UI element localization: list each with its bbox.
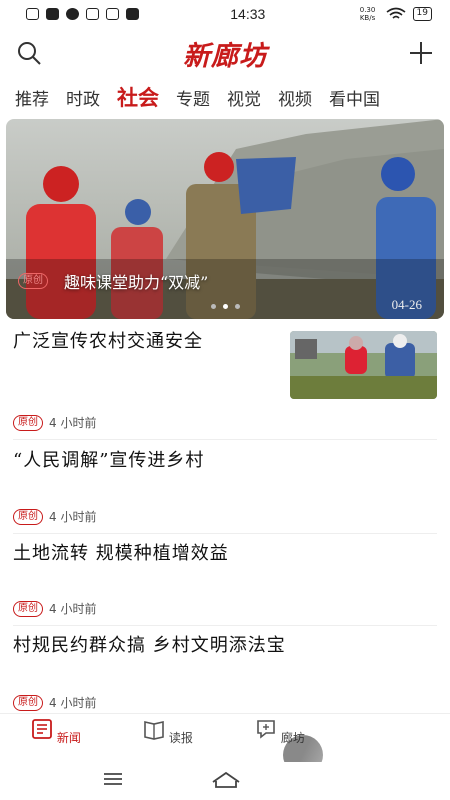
image-icon — [106, 8, 119, 20]
book-icon — [144, 721, 164, 740]
article-title[interactable]: 广泛宣传农村交通安全 — [13, 327, 203, 353]
notification-icon — [26, 8, 39, 20]
divider — [13, 533, 437, 534]
photo-icon — [86, 8, 99, 20]
app-logo: 新廊坊 — [183, 41, 267, 72]
mail-icon — [46, 8, 59, 20]
tab-recommend[interactable]: 推荐 — [15, 85, 49, 110]
status-bar: 14:33 0.30 KB/s 19 — [0, 0, 450, 28]
app-notification-icon — [66, 8, 79, 20]
status-icons-right: 0.30 KB/s 19 — [357, 6, 432, 22]
hero-date: 04-26 — [391, 297, 422, 312]
status-time: 14:33 — [230, 6, 266, 22]
article-time: 4 小时前 — [49, 696, 97, 710]
original-tag: 原创 — [13, 508, 43, 525]
langfang-icon — [257, 720, 275, 739]
net-speed: 0.30 KB/s — [359, 6, 376, 22]
tab-see-china[interactable]: 看中国 — [329, 85, 380, 110]
hero-caption: 趣味课堂助力“双减” — [64, 273, 209, 292]
article-thumbnail[interactable] — [290, 331, 437, 399]
article-meta: 原创 4 小时前 — [13, 508, 96, 525]
divider — [13, 439, 437, 440]
article-time: 4 小时前 — [49, 602, 97, 616]
carousel-dots — [211, 304, 240, 309]
original-tag: 原创 — [13, 694, 43, 711]
add-icon[interactable] — [408, 40, 434, 66]
article-time: 4 小时前 — [49, 510, 97, 524]
tab-topics[interactable]: 专题 — [176, 85, 210, 110]
article-title[interactable]: 村规民约群众搞 乡村文明添法宝 — [13, 631, 286, 657]
nav-read-paper-label: 读报 — [168, 731, 193, 745]
article-title[interactable]: 土地流转 规模种植增效益 — [13, 539, 229, 565]
battery-indicator: 19 — [412, 7, 432, 21]
tab-society[interactable]: 社会 — [117, 82, 159, 112]
divider — [13, 625, 437, 626]
article-meta: 原创 4 小时前 — [13, 414, 96, 431]
message-icon — [126, 8, 139, 20]
hero-badge: 原创 — [18, 273, 48, 289]
carousel-dot — [235, 304, 240, 309]
article-meta: 原创 4 小时前 — [13, 694, 96, 711]
home-icon[interactable] — [211, 770, 241, 790]
nav-read-paper[interactable]: 读报 — [138, 718, 198, 746]
article-title[interactable]: “人民调解”宣传进乡村 — [13, 446, 204, 472]
system-nav-bar — [0, 762, 450, 800]
news-icon — [32, 719, 52, 739]
tab-politics[interactable]: 时政 — [66, 85, 100, 110]
app-header: 新廊坊 — [0, 32, 450, 76]
tab-visual[interactable]: 视觉 — [227, 85, 261, 110]
carousel-dot-active — [223, 304, 228, 309]
nav-news[interactable]: 新闻 — [26, 718, 86, 746]
category-tabs: 推荐 时政 社会 专题 视觉 视频 看中国 — [0, 82, 450, 112]
article-meta: 原创 4 小时前 — [13, 600, 96, 617]
wifi-icon — [386, 7, 406, 19]
nav-news-label: 新闻 — [56, 731, 81, 745]
hero-carousel[interactable]: 原创 趣味课堂助力“双减” 04-26 — [6, 119, 444, 319]
carousel-dot — [211, 304, 216, 309]
original-tag: 原创 — [13, 600, 43, 617]
article-time: 4 小时前 — [49, 416, 97, 430]
original-tag: 原创 — [13, 414, 43, 431]
tab-video[interactable]: 视频 — [278, 85, 312, 110]
status-icons-left — [26, 8, 139, 20]
menu-icon[interactable] — [102, 770, 124, 788]
